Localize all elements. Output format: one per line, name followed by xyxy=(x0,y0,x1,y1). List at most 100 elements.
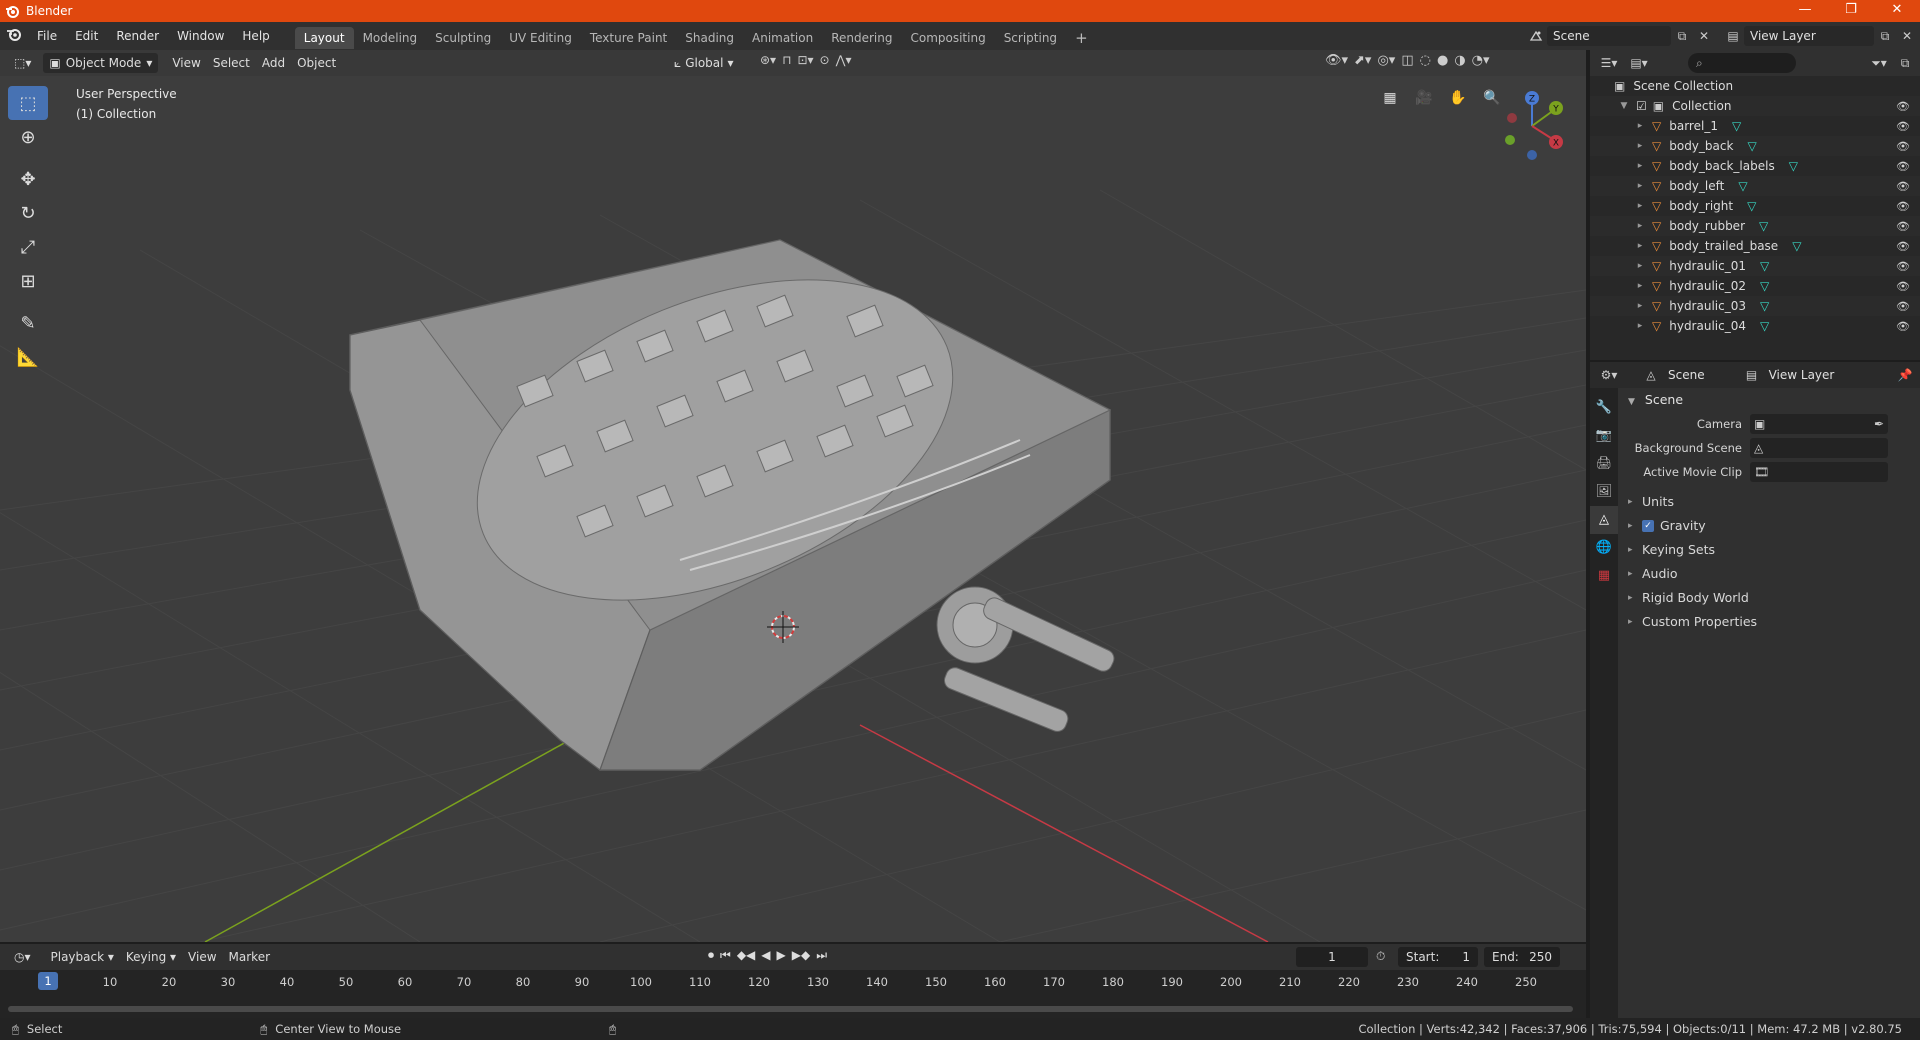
menu-view[interactable]: View xyxy=(166,53,206,73)
timeline-ruler[interactable]: 1 10 20 30 40 50 60 70 80 90 100 110 120… xyxy=(0,970,1586,1018)
start-frame-field[interactable]: Start: 1 xyxy=(1398,947,1478,967)
filter-icon[interactable]: ⏷▾ xyxy=(1868,53,1890,73)
audio-panel[interactable]: ▸ Audio xyxy=(1620,562,1918,586)
menu-object[interactable]: Object xyxy=(291,53,342,73)
eye-icon[interactable]: 👁 xyxy=(1896,240,1910,253)
add-workspace-button[interactable]: + xyxy=(1066,27,1097,49)
checkbox-icon[interactable]: ☑ xyxy=(1636,99,1647,113)
delete-view-layer-icon[interactable]: ✕ xyxy=(1896,26,1918,46)
view-layer-tab-icon[interactable]: 🖼 xyxy=(1590,478,1618,506)
eye-icon[interactable]: 👁 xyxy=(1896,220,1910,233)
material-shading-icon[interactable]: ◑ xyxy=(1454,53,1465,68)
outliner-scene-collection[interactable]: ▣ Scene Collection xyxy=(1590,76,1920,96)
maximize-button[interactable]: ❐ xyxy=(1828,0,1874,22)
outliner-item-hydraulic-01[interactable]: ▸ ▽ hydraulic_01 ▽ 👁 xyxy=(1590,256,1920,276)
expand-arrow-icon[interactable]: ▸ xyxy=(1634,161,1646,171)
outliner-item-barrel-1[interactable]: ▸ ▽ barrel_1 ▽ 👁 xyxy=(1590,116,1920,136)
expand-arrow-icon[interactable]: ▸ xyxy=(1634,181,1646,191)
eyedropper-icon[interactable]: ✒ xyxy=(1874,417,1884,431)
eye-icon[interactable]: 👁 xyxy=(1896,160,1910,173)
snap-target-icon[interactable]: ⊡▾ xyxy=(797,53,813,67)
tool-tab-icon[interactable]: 🔧 xyxy=(1590,394,1618,422)
tab-uv-editing[interactable]: UV Editing xyxy=(500,27,581,49)
scene-tab-icon[interactable]: ◬ xyxy=(1590,506,1618,534)
expand-arrow-icon[interactable]: ▸ xyxy=(1634,321,1646,331)
new-scene-icon[interactable]: ⧉ xyxy=(1671,26,1693,46)
delete-scene-icon[interactable]: ✕ xyxy=(1693,26,1715,46)
transform-orientation-selector[interactable]: ⟀ Global ▾ xyxy=(668,53,740,73)
current-frame-field[interactable]: 1 xyxy=(1296,947,1368,967)
scene-icon[interactable] xyxy=(1525,26,1547,46)
playhead[interactable]: 1 xyxy=(38,972,58,990)
expand-arrow-icon[interactable]: ▸ xyxy=(1634,261,1646,271)
jump-start-icon[interactable]: ⏮ xyxy=(720,948,731,963)
rendered-shading-icon[interactable]: ◔▾ xyxy=(1472,53,1490,68)
gravity-panel[interactable]: ▸ ✓ Gravity xyxy=(1620,514,1918,538)
expand-arrow-icon[interactable]: ▸ xyxy=(1634,281,1646,291)
expand-arrow-icon[interactable]: ▸ xyxy=(1634,221,1646,231)
blender-menu-icon[interactable] xyxy=(0,27,28,45)
editor-type-icon[interactable]: ⬚▾ xyxy=(8,53,37,73)
close-button[interactable]: ✕ xyxy=(1874,0,1920,22)
outliner-item-hydraulic-03[interactable]: ▸ ▽ hydraulic_03 ▽ 👁 xyxy=(1590,296,1920,316)
proportional-edit-icon[interactable]: ⊙ xyxy=(820,53,830,67)
menu-playback[interactable]: Playback ▾ xyxy=(45,950,120,964)
expand-arrow-icon[interactable]: ▸ xyxy=(1634,121,1646,131)
eye-icon[interactable]: 👁 xyxy=(1896,100,1910,113)
minimize-button[interactable]: — xyxy=(1782,0,1828,22)
tab-shading[interactable]: Shading xyxy=(676,27,743,49)
scene-selector[interactable]: Scene xyxy=(1547,26,1671,46)
menu-render[interactable]: Render xyxy=(107,22,168,50)
pivot-icon[interactable]: ⊛▾ xyxy=(760,53,776,67)
expand-arrow-icon[interactable]: ▸ xyxy=(1634,141,1646,151)
expand-arrow-icon[interactable]: ▸ xyxy=(1634,201,1646,211)
eye-icon[interactable]: 👁 xyxy=(1896,200,1910,213)
outliner-search-input[interactable]: ⌕ xyxy=(1688,53,1796,73)
pan-hand-icon[interactable]: ✋ xyxy=(1446,86,1470,110)
outliner-item-body-trailed-base[interactable]: ▸ ▽ body_trailed_base ▽ 👁 xyxy=(1590,236,1920,256)
rigid-body-world-panel[interactable]: ▸ Rigid Body World xyxy=(1620,586,1918,610)
visibility-icon[interactable]: 👁▾ xyxy=(1325,53,1348,68)
outliner-item-body-back[interactable]: ▸ ▽ body_back ▽ 👁 xyxy=(1590,136,1920,156)
menu-help[interactable]: Help xyxy=(233,22,278,50)
record-icon[interactable]: ⏺ xyxy=(708,948,714,963)
xray-icon[interactable]: ◫ xyxy=(1401,53,1413,68)
outliner-editor-icon[interactable]: ☰▾ xyxy=(1598,53,1620,73)
camera-field[interactable]: ▣ ✒ xyxy=(1750,414,1888,434)
outliner-item-body-back-labels[interactable]: ▸ ▽ body_back_labels ▽ 👁 xyxy=(1590,156,1920,176)
tab-texture-paint[interactable]: Texture Paint xyxy=(581,27,676,49)
render-tab-icon[interactable]: 📷 xyxy=(1590,422,1618,450)
tab-animation[interactable]: Animation xyxy=(743,27,822,49)
menu-keying[interactable]: Keying ▾ xyxy=(120,950,182,964)
annotate-tool-icon[interactable]: ✎ xyxy=(8,306,48,340)
cursor-tool-icon[interactable]: ⊕ xyxy=(8,120,48,154)
next-keyframe-icon[interactable]: ▶◆ xyxy=(792,948,810,963)
eye-icon[interactable]: 👁 xyxy=(1896,260,1910,273)
new-view-layer-icon[interactable]: ⧉ xyxy=(1874,26,1896,46)
new-collection-icon[interactable]: ⧉ xyxy=(1894,53,1916,73)
outliner-item-hydraulic-04[interactable]: ▸ ▽ hydraulic_04 ▽ 👁 xyxy=(1590,316,1920,336)
falloff-icon[interactable]: ⋀▾ xyxy=(836,53,852,67)
menu-timeline-view[interactable]: View xyxy=(182,950,222,964)
play-icon[interactable]: ▶ xyxy=(777,948,786,963)
view-layer-icon[interactable]: ▤ xyxy=(1722,26,1744,46)
3d-viewport[interactable]: ⬚▾ ▣ Object Mode ▾ View Select Add Objec… xyxy=(0,50,1586,942)
expand-arrow-icon[interactable]: ▸ xyxy=(1634,241,1646,251)
prev-keyframe-icon[interactable]: ◆◀ xyxy=(737,948,755,963)
outliner-item-body-right[interactable]: ▸ ▽ body_right ▽ 👁 xyxy=(1590,196,1920,216)
outliner-item-body-rubber[interactable]: ▸ ▽ body_rubber ▽ 👁 xyxy=(1590,216,1920,236)
menu-window[interactable]: Window xyxy=(168,22,233,50)
tab-sculpting[interactable]: Sculpting xyxy=(426,27,500,49)
expand-arrow-icon[interactable]: ▸ xyxy=(1634,301,1646,311)
outliner-item-hydraulic-02[interactable]: ▸ ▽ hydraulic_02 ▽ 👁 xyxy=(1590,276,1920,296)
jump-end-icon[interactable]: ⏭ xyxy=(816,948,827,963)
timeline-scrollbar[interactable] xyxy=(8,1006,1573,1012)
menu-file[interactable]: File xyxy=(28,22,66,50)
eye-icon[interactable]: 👁 xyxy=(1896,120,1910,133)
active-movie-clip-field[interactable]: 🎞 xyxy=(1750,462,1888,482)
view-layer-selector[interactable]: View Layer xyxy=(1744,26,1874,46)
tab-compositing[interactable]: Compositing xyxy=(901,27,994,49)
rotate-tool-icon[interactable]: ↻ xyxy=(8,196,48,230)
units-panel[interactable]: ▸ Units xyxy=(1620,490,1918,514)
eye-icon[interactable]: 👁 xyxy=(1896,140,1910,153)
